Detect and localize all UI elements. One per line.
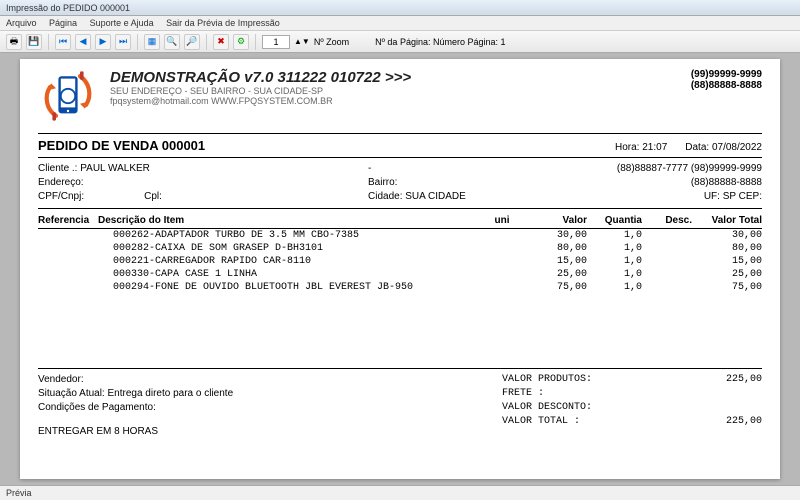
delivery-label: ENTREGAR EM 8 HORAS xyxy=(38,425,482,439)
sum-products-label: VALOR PRODUTOS: xyxy=(502,373,652,387)
col-desc: Descrição do Item xyxy=(98,215,477,226)
order-title: PEDIDO DE VENDA 000001 xyxy=(38,138,597,153)
seller-label: Vendedor: xyxy=(38,373,482,387)
company-phone2: (88)88888-8888 xyxy=(691,80,762,91)
print-icon[interactable]: 🖶 xyxy=(6,34,22,50)
client-dash: - xyxy=(368,162,508,176)
menu-file[interactable]: Arquivo xyxy=(6,18,37,28)
divider xyxy=(38,368,762,369)
multi-page-icon[interactable]: ▦ xyxy=(144,34,160,50)
table-row: 000262-ADAPTADOR TURBO DE 3.5 MM CBO-738… xyxy=(38,229,762,242)
client-address-label: Endereço: xyxy=(38,176,368,190)
company-title: DEMONSTRAÇÃO v7.0 311222 010722 >>> xyxy=(110,69,679,86)
menu-help[interactable]: Suporte e Ajuda xyxy=(90,18,154,28)
client-phones: (88)88887-7777 (98)99999-9999 xyxy=(508,162,762,176)
client-name: Cliente .: PAUL WALKER xyxy=(38,162,368,176)
col-uni: uni xyxy=(477,215,527,226)
page-number-label: Nº da Página: Número Página: 1 xyxy=(375,37,505,47)
zoom-input[interactable] xyxy=(262,35,290,49)
client-phone3: (88)88888-8888 xyxy=(508,176,762,190)
statusbar: Prévia xyxy=(0,485,800,500)
separator xyxy=(255,34,256,50)
save-icon[interactable]: 💾 xyxy=(26,34,42,50)
page-viewport[interactable]: DEMONSTRAÇÃO v7.0 311222 010722 >>> SEU … xyxy=(0,53,800,483)
sum-products-value: 225,00 xyxy=(652,373,762,387)
divider xyxy=(38,133,762,134)
sum-freight-value xyxy=(652,387,762,401)
table-row: 000221-CARREGADOR RAPIDO CAR-811015,001,… xyxy=(38,255,762,268)
table-row: 000294-FONE DE OUVIDO BLUETOOTH JBL EVER… xyxy=(38,281,762,294)
table-row: 000330-CAPA CASE 1 LINHA25,001,025,00 xyxy=(38,268,762,281)
last-page-icon[interactable]: ⏭ xyxy=(115,34,131,50)
order-time: Hora: 21:07 xyxy=(615,142,667,153)
separator xyxy=(137,34,138,50)
zoom-in-icon[interactable]: 🔍 xyxy=(164,34,180,50)
next-page-icon[interactable]: ▶ xyxy=(95,34,111,50)
client-neighborhood-label: Bairro: xyxy=(368,176,508,190)
status-label: Situação Atual: Entrega direto para o cl… xyxy=(38,387,482,401)
sum-discount-value xyxy=(652,401,762,415)
separator xyxy=(48,34,49,50)
toolbar: 🖶 💾 ⏮ ◀ ▶ ⏭ ▦ 🔍 🔎 ✖ ⚙ ▲▼ Nº Zoom Nº da P… xyxy=(0,31,800,53)
status-text: Prévia xyxy=(6,488,32,498)
client-city: Cidade: SUA CIDADE xyxy=(368,190,508,204)
table-header: Referencia Descrição do Item uni Valor Q… xyxy=(38,215,762,229)
window-titlebar: Impressão do PEDIDO 000001 xyxy=(0,0,800,16)
divider xyxy=(38,157,762,158)
order-date: Data: 07/08/2022 xyxy=(685,142,762,153)
separator xyxy=(206,34,207,50)
logo-icon xyxy=(38,69,98,129)
menu-exit[interactable]: Sair da Prévia de Impressão xyxy=(166,18,280,28)
company-contact: fpqsystem@hotmail.com WWW.FPQSYSTEM.COM.… xyxy=(110,96,679,106)
menu-page[interactable]: Página xyxy=(49,18,77,28)
settings-icon[interactable]: ⚙ xyxy=(233,34,249,50)
zoom-label: Nº Zoom xyxy=(314,37,349,47)
col-tot: Valor Total xyxy=(692,215,762,226)
client-uf-cep: UF: SP CEP: xyxy=(508,190,762,204)
sum-total-label: VALOR TOTAL : xyxy=(502,415,652,429)
items-table: 000262-ADAPTADOR TURBO DE 3.5 MM CBO-738… xyxy=(38,229,762,294)
client-cpf-label: CPF/Cnpj: xyxy=(38,190,84,204)
sum-total-value: 225,00 xyxy=(652,415,762,429)
col-disc: Desc. xyxy=(642,215,692,226)
col-val: Valor xyxy=(527,215,587,226)
col-ref: Referencia xyxy=(38,215,98,226)
payment-label: Condições de Pagamento: xyxy=(38,401,482,415)
first-page-icon[interactable]: ⏮ xyxy=(55,34,71,50)
prev-page-icon[interactable]: ◀ xyxy=(75,34,91,50)
company-address: SEU ENDEREÇO - SEU BAIRRO - SUA CIDADE-S… xyxy=(110,86,679,96)
sum-freight-label: FRETE : xyxy=(502,387,652,401)
table-row: 000282-CAIXA DE SOM GRASEP D-BH310180,00… xyxy=(38,242,762,255)
divider xyxy=(38,208,762,209)
zoom-out-icon[interactable]: 🔎 xyxy=(184,34,200,50)
footer: Vendedor: Situação Atual: Entrega direto… xyxy=(38,373,762,439)
header: DEMONSTRAÇÃO v7.0 311222 010722 >>> SEU … xyxy=(38,69,762,129)
client-block: Cliente .: PAUL WALKER - (88)88887-7777 … xyxy=(38,162,762,204)
close-preview-icon[interactable]: ✖ xyxy=(213,34,229,50)
window-title: Impressão do PEDIDO 000001 xyxy=(6,3,130,13)
client-cpl-label: Cpl: xyxy=(144,190,162,204)
document-page: DEMONSTRAÇÃO v7.0 311222 010722 >>> SEU … xyxy=(20,59,780,479)
menubar: Arquivo Página Suporte e Ajuda Sair da P… xyxy=(0,16,800,31)
col-qty: Quantia xyxy=(587,215,642,226)
company-phone1: (99)99999-9999 xyxy=(691,69,762,80)
sum-discount-label: VALOR DESCONTO: xyxy=(502,401,652,415)
